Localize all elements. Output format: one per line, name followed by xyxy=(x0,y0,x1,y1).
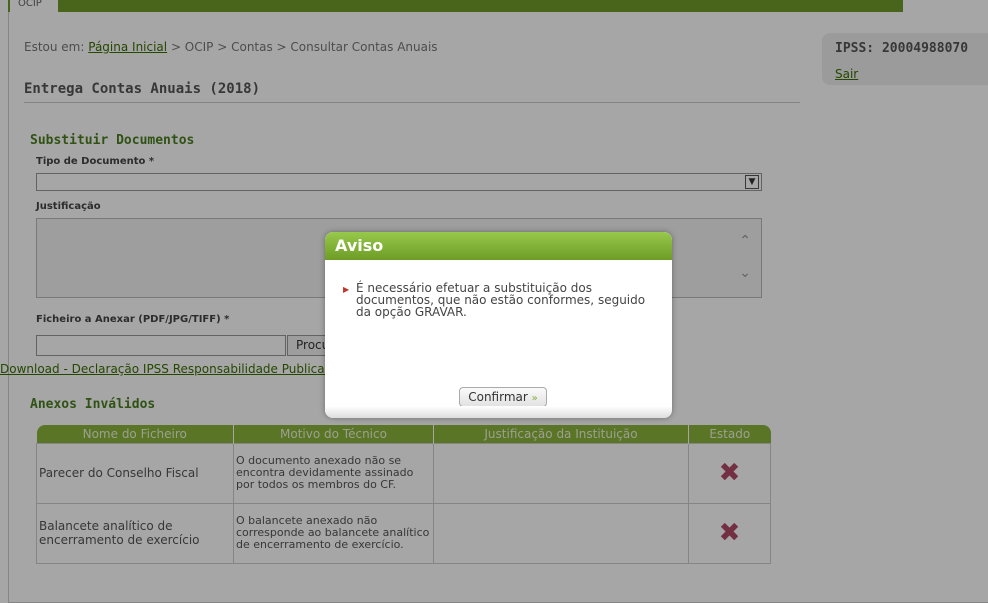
bullet-arrow-icon: ▶ xyxy=(343,285,350,294)
confirm-button[interactable]: Confirmar » xyxy=(459,387,547,407)
dialog-footer xyxy=(325,406,672,418)
dialog-title: Aviso xyxy=(325,232,672,260)
dialog-message: É necessário efetuar a substituição dos … xyxy=(356,281,646,319)
double-chevron-right-icon: » xyxy=(531,393,538,404)
confirm-label: Confirmar xyxy=(468,390,528,404)
dialog-body: ▶ É necessário efetuar a substituição do… xyxy=(325,260,672,418)
warning-dialog: Aviso ▶ É necessário efetuar a substitui… xyxy=(325,232,672,418)
